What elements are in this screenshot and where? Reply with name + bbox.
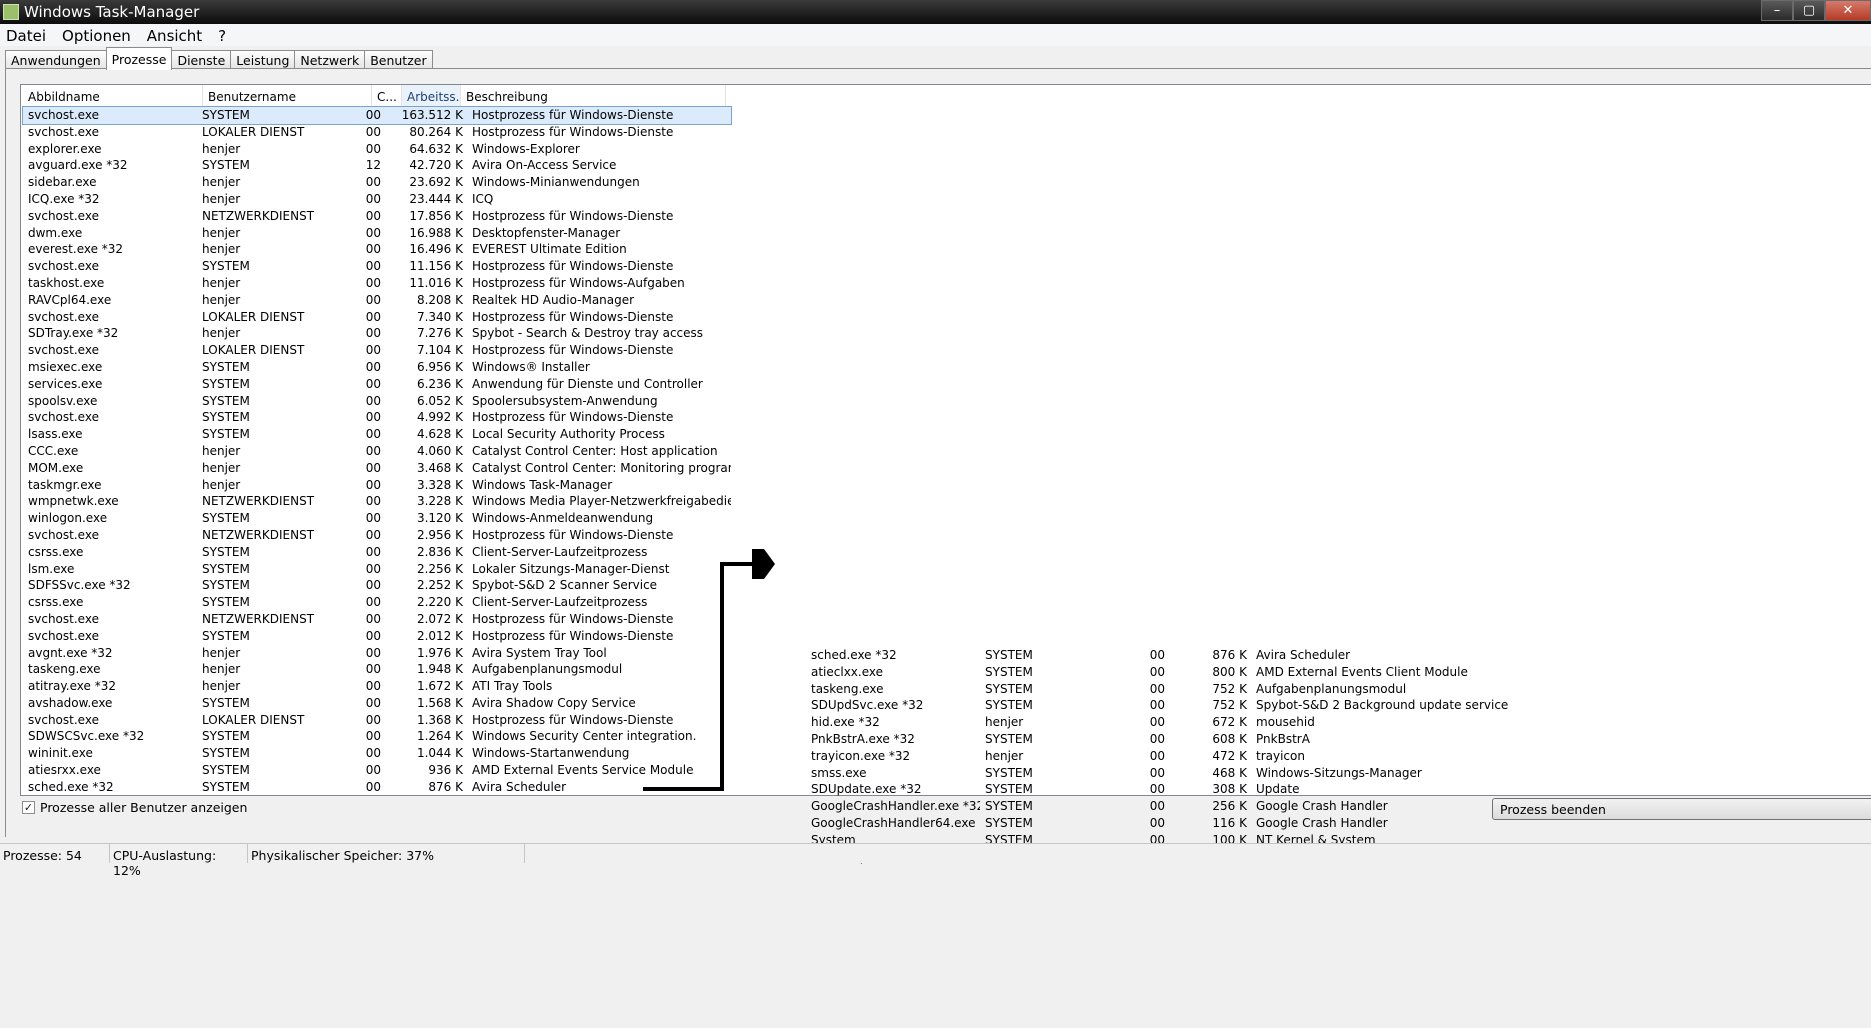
menu-help[interactable]: ? <box>212 24 232 45</box>
cpu-cell: 00 <box>1149 799 1165 814</box>
close-button[interactable]: ✕ <box>1825 0 1871 21</box>
continuation-arrow <box>643 549 775 791</box>
cpu-cell: 00 <box>1149 815 1165 830</box>
tab-leistung[interactable]: Leistung <box>230 50 296 70</box>
menu-optionen[interactable]: Optionen <box>56 24 137 45</box>
show-all-users-label: Prozesse aller Benutzer anzeigen <box>40 800 248 815</box>
status-bar: Prozesse: 54 CPU-Auslastung: 12% Physika… <box>0 843 1871 878</box>
minimize-button[interactable]: – <box>1761 0 1793 21</box>
status-cpu-usage: CPU-Auslastung: 12% <box>110 844 248 878</box>
tab-dienste[interactable]: Dienste <box>171 50 232 70</box>
tab-anwendungen[interactable]: Anwendungen <box>5 50 107 70</box>
menu-bar: Datei Optionen Ansicht ? <box>0 24 1871 46</box>
user-name-cell: SYSTEM <box>985 815 1033 830</box>
process-list[interactable]: Abbildname Benutzername C... Arbeitss...… <box>20 84 1871 864</box>
title-bar: Windows Task-Manager – ▢ ✕ <box>0 0 1871 24</box>
process-row[interactable]: GoogleCrashHandler64.exe SYSTEM 00 116 K Goo… <box>806 815 1551 832</box>
window-controls: – ▢ ✕ <box>1761 0 1871 21</box>
status-process-count: Prozesse: 54 <box>0 844 110 863</box>
maximize-button[interactable]: ▢ <box>1793 0 1825 21</box>
show-all-users-checkbox[interactable]: ✓ Prozesse aller Benutzer anzeigen <box>22 800 247 815</box>
user-name-cell: SYSTEM <box>985 799 1033 814</box>
tab-strip: Anwendungen Prozesse Dienste Leistung Ne… <box>5 47 433 70</box>
tab-netzwerk[interactable]: Netzwerk <box>294 50 366 70</box>
window-title: Windows Task-Manager <box>24 3 200 21</box>
task-manager-icon <box>3 4 19 20</box>
tab-benutzer[interactable]: Benutzer <box>364 50 433 70</box>
process-row[interactable]: GoogleCrashHandler.exe *32 SYSTEM 00 256 KG… <box>806 798 1551 815</box>
end-process-button[interactable]: Prozess beenden <box>1492 798 1871 820</box>
status-physical-memory: Physikalischer Speicher: 37% <box>248 844 525 863</box>
checkbox-check-icon[interactable]: ✓ <box>22 801 35 814</box>
tab-prozesse[interactable]: Prozesse <box>105 47 173 70</box>
working-set-cell: 256 K <box>1212 799 1247 814</box>
image-name-cell: GoogleCrashHandler.exe *32 <box>811 799 980 814</box>
menu-ansicht[interactable]: Ansicht <box>141 24 208 45</box>
menu-datei[interactable]: Datei <box>0 24 52 45</box>
working-set-cell: 116 K <box>1212 815 1247 830</box>
status-filler <box>525 844 1871 863</box>
image-name-cell: GoogleCrashHandler64.exe <box>811 815 976 830</box>
